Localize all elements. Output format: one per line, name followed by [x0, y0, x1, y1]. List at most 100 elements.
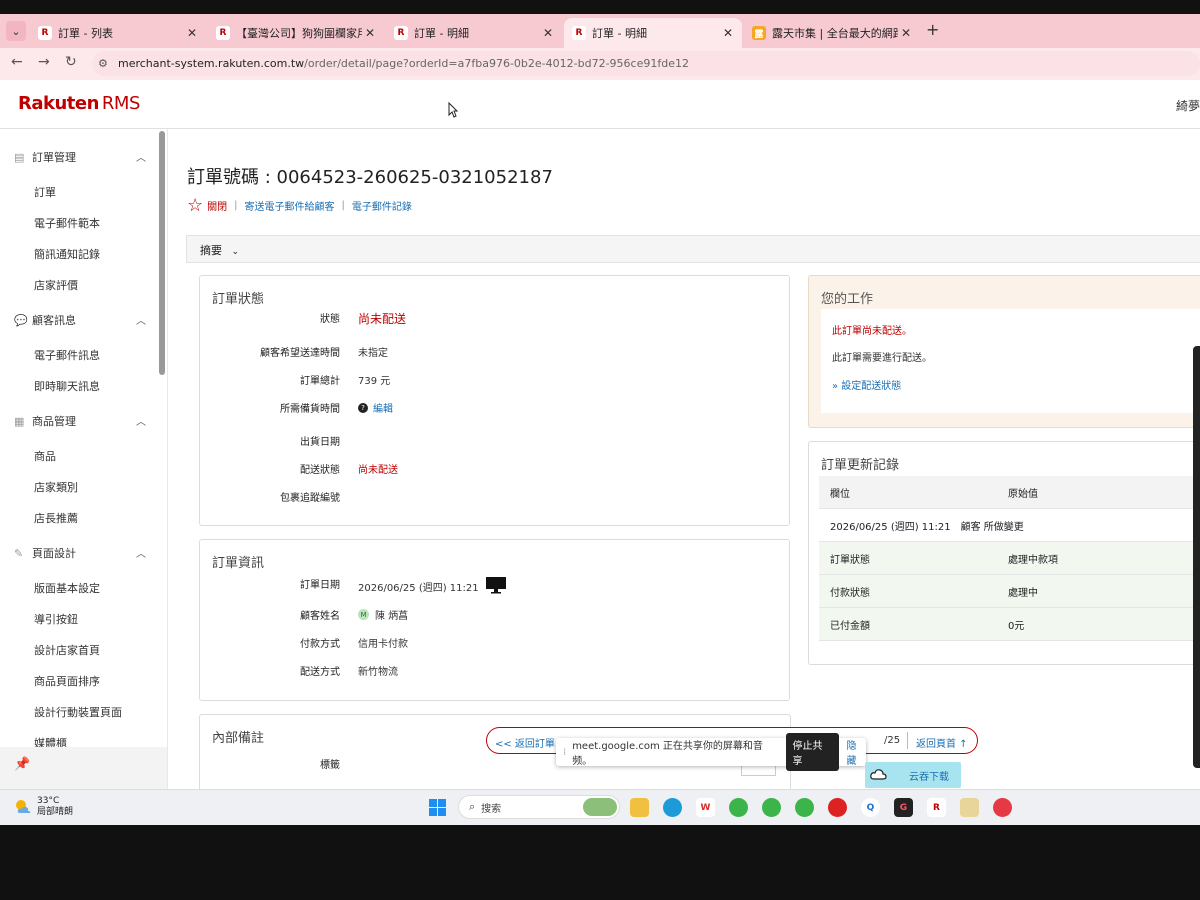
hide-link[interactable]: 隐藏	[847, 737, 866, 767]
app-icon[interactable]	[960, 798, 979, 817]
card-title: 訂單資訊	[212, 556, 265, 571]
field-label: 包裹追蹤編號	[280, 493, 340, 504]
page-title: 訂單號碼 : 0064523-260625-0321052187	[187, 167, 553, 188]
reload-icon[interactable]: ↻	[65, 54, 77, 70]
tab-search-button[interactable]: ⌄	[6, 21, 26, 41]
browser-tab-product[interactable]: R 【臺灣公司】狗狗圍欄家用狗籠 ✕	[208, 18, 384, 48]
sidebar-section-products[interactable]: ▦ 商品管理	[14, 413, 76, 429]
sidebar-item-email-templates[interactable]: 電子郵件範本	[34, 215, 100, 231]
your-tasks-panel: 您的工作 此訂單尚未配送。 此訂單需要進行配送。 » 設定配送狀態	[808, 275, 1200, 428]
edge-icon[interactable]	[663, 798, 682, 817]
red-app-icon[interactable]	[828, 798, 847, 817]
edit-link[interactable]: 編輯	[373, 400, 393, 415]
sidebar-section-orders[interactable]: ▤ 訂單管理	[14, 149, 76, 165]
sidebar-section-messages[interactable]: 💬 顧客訊息	[14, 312, 76, 328]
sidebar-item-products[interactable]: 商品	[34, 448, 56, 464]
sidebar-item-orders[interactable]: 訂單	[34, 184, 56, 200]
sidebar-item-mobile-pages[interactable]: 設計行動裝置頁面	[34, 704, 122, 720]
top-border	[0, 0, 1200, 14]
tab-title: 【臺灣公司】狗狗圍欄家用狗籠	[236, 27, 362, 40]
g-app-icon[interactable]: G	[894, 798, 913, 817]
site-settings-icon[interactable]: ⚙	[98, 57, 118, 70]
back-arrow-icon[interactable]: ←	[11, 54, 23, 70]
sidebar-item-email-messages[interactable]: 電子郵件訊息	[34, 347, 100, 363]
customer-name-value[interactable]: 陳 炳菖	[375, 607, 408, 622]
send-email-link[interactable]: 寄送電子郵件給顧客	[245, 198, 335, 213]
drag-handle-icon[interactable]: ⁞	[563, 747, 566, 758]
table-header-row: 欄位 原始值	[819, 476, 1200, 509]
address-bar-row: ← → ↻ ⚙ merchant-system.rakuten.com.tw/o…	[0, 48, 1200, 80]
summary-toggle[interactable]: 摘要 ⌄	[186, 235, 1200, 263]
panel-title: 您的工作	[821, 292, 874, 307]
browser-tab-order-detail-active[interactable]: R 訂單 - 明細 ✕	[564, 18, 742, 48]
browser-tab-order-detail[interactable]: R 訂單 - 明細 ✕	[386, 18, 562, 48]
taskbar-search[interactable]: ⌕ 搜索	[458, 795, 620, 819]
prep-time-row: 所需備貨時間 ? 編輯	[200, 400, 393, 415]
weather-widget[interactable]: 33°C 局部晴朗	[14, 796, 73, 818]
forward-arrow-icon[interactable]: →	[38, 54, 50, 70]
wps-icon[interactable]: W	[696, 798, 715, 817]
table-cell: 已付金額	[830, 620, 870, 632]
chrome-icon[interactable]	[729, 798, 748, 817]
close-tab-icon[interactable]: ✕	[720, 26, 736, 40]
close-tab-icon[interactable]: ✕	[362, 26, 378, 40]
chrome-icon[interactable]	[795, 798, 814, 817]
file-explorer-icon[interactable]	[630, 798, 649, 817]
sidebar-section-page-design[interactable]: ✎ 頁面設計	[14, 545, 76, 561]
field-value: 未指定	[358, 348, 388, 359]
sidebar-item-shop-home[interactable]: 設計店家首頁	[34, 642, 100, 658]
browser-tab-ruten[interactable]: 露 露天市集 | 全台最大的網路購物 ✕	[744, 18, 920, 48]
browser-tab-order-list[interactable]: R 訂單 - 列表 ✕	[30, 18, 206, 48]
back-to-top-link[interactable]: 返回頁首 ↑	[916, 735, 968, 750]
order-action-links: ☆ 關閉 | 寄送電子郵件給顧客 | 電子郵件記錄	[187, 195, 412, 216]
table-row: 訂單狀態 處理中款項	[819, 542, 1200, 575]
sidebar-item-nav-buttons[interactable]: 導引按鈕	[34, 611, 78, 627]
sidebar-item-recommendations[interactable]: 店長推薦	[34, 510, 78, 526]
sidebar-item-shop-categories[interactable]: 店家類別	[34, 479, 78, 495]
chrome-icon[interactable]	[762, 798, 781, 817]
chevron-up-icon[interactable]: ︿	[136, 312, 146, 327]
sidebar-item-shop-reviews[interactable]: 店家評價	[34, 277, 78, 293]
search-highlight-icon	[583, 798, 617, 816]
shipping-status-value: 尚未配送	[358, 465, 398, 476]
stop-sharing-button[interactable]: 停止共享	[785, 733, 839, 771]
close-tab-icon[interactable]: ✕	[184, 26, 200, 40]
email-log-link[interactable]: 電子郵件記錄	[352, 198, 412, 213]
order-total-row: 訂單總計 739 元	[200, 372, 390, 387]
delivery-time-row: 顧客希望送達時間 未指定	[200, 344, 388, 359]
q-app-icon[interactable]: Q	[861, 798, 880, 817]
chevron-up-icon[interactable]: ︿	[136, 149, 146, 164]
chevron-up-icon[interactable]: ︿	[136, 545, 146, 560]
close-tab-icon[interactable]: ✕	[540, 26, 556, 40]
status-value: 尚未配送	[358, 312, 407, 326]
chevron-up-icon[interactable]: ︿	[136, 413, 146, 428]
back-to-order-link[interactable]: << 返回訂單	[495, 735, 555, 750]
sidebar-item-layout-settings[interactable]: 版面基本設定	[34, 580, 100, 596]
event-text: 2026/06/25 (週四) 11:21 顧客 所做變更	[830, 521, 1024, 533]
sidebar-item-sms-log[interactable]: 簡訊通知記錄	[34, 246, 100, 262]
sidebar-footer: 📌	[0, 747, 167, 789]
heart-app-icon[interactable]	[993, 798, 1012, 817]
user-name[interactable]: 綺夢	[1176, 97, 1200, 114]
rakuten-rms-logo[interactable]: Rakuten RMS	[18, 93, 140, 114]
close-link[interactable]: 關閉	[207, 198, 227, 213]
windows-start-icon[interactable]	[429, 799, 446, 816]
summary-label: 摘要	[200, 244, 222, 257]
field-label: 標籤	[320, 760, 340, 771]
member-icon: M	[358, 609, 369, 620]
rakuten-app-icon[interactable]: R	[927, 798, 946, 817]
star-icon[interactable]: ☆	[187, 195, 203, 216]
new-tab-icon[interactable]: +	[926, 20, 939, 39]
sidebar-item-product-page-order[interactable]: 商品頁面排序	[34, 673, 100, 689]
tab-title: 訂單 - 明細	[592, 27, 647, 40]
help-icon[interactable]: ?	[358, 402, 368, 413]
pin-icon[interactable]: 📌	[14, 757, 30, 772]
close-tab-icon[interactable]: ✕	[898, 26, 914, 40]
set-shipping-status-link[interactable]: » 設定配送狀態	[832, 377, 901, 392]
shipping-status-row: 配送狀態 尚未配送	[200, 461, 398, 476]
pencil-icon: ✎	[14, 546, 24, 560]
url-field[interactable]: ⚙ merchant-system.rakuten.com.tw/order/d…	[92, 51, 1200, 76]
sidebar-scrollbar[interactable]	[159, 131, 165, 375]
sidebar-item-live-chat[interactable]: 即時聊天訊息	[34, 378, 100, 394]
section-label: 商品管理	[32, 415, 76, 428]
